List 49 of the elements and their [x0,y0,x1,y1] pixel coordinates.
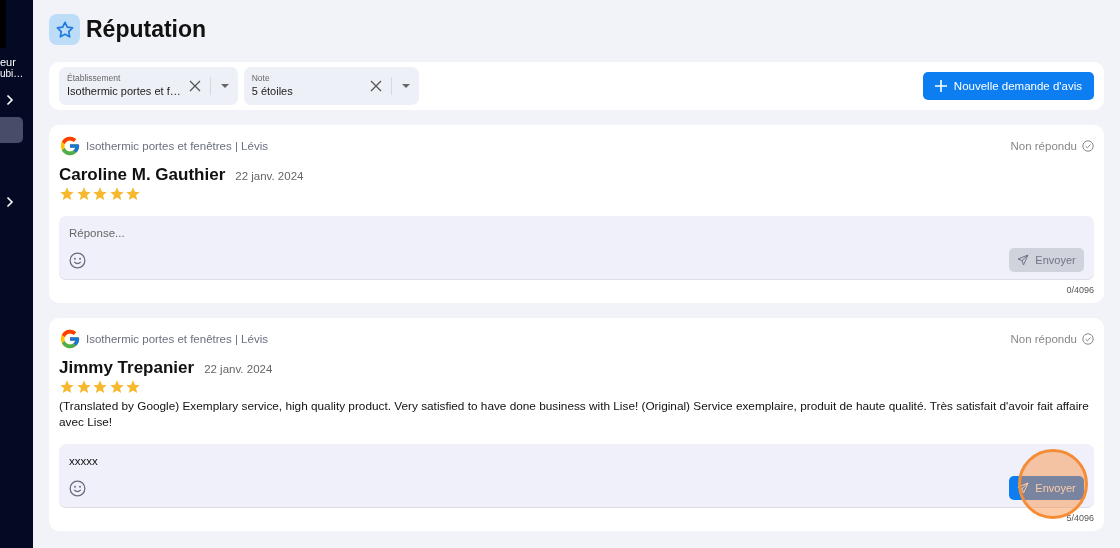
clear-icon[interactable] [369,80,382,92]
review-status: Non répondu [1010,333,1077,345]
emoji-icon[interactable] [69,251,86,269]
character-count: 0/4096 [1066,285,1094,295]
plus-icon [934,80,947,92]
emoji-icon[interactable] [69,479,86,497]
dropdown-icon[interactable] [400,83,411,89]
send-icon [1017,254,1030,266]
star-icon [59,186,75,202]
review-text: (Translated by Google) Exemplary service, high quality product. Very satisfied to have done business with Lise! (Original) Service exemplaire, produit de haute qualité. Très satisfait d'avoir fait affaire avec Lise! [59,398,1090,430]
star-icon [92,186,108,202]
review-source: Isothermic portes et fenêtres | Lévis [86,333,269,345]
star-icon [108,186,125,202]
star-icon [108,379,125,395]
star-icon [59,379,75,395]
google-logo-icon [59,135,81,157]
reviewer-name: Jimmy Trepanier [59,358,195,378]
sidebar-text: ubi… [0,68,25,79]
review-date: 22 janv. 2024 [235,170,304,182]
star-icon [49,14,80,45]
logo-block [0,0,6,48]
reply-input[interactable]: xxxxx [69,452,1084,470]
character-count: 5/4096 [1066,513,1094,523]
reply-input[interactable]: Réponse... [69,224,1084,242]
star-icon [75,186,92,202]
sidebar-text: eur [0,56,17,68]
reply-field[interactable]: xxxxx Envoyer [59,444,1094,508]
check-circle-icon [1082,140,1094,152]
check-circle-icon [1082,333,1094,345]
review-status: Non répondu [1010,140,1077,152]
new-review-request-button[interactable]: Nouvelle demande d'avis [922,72,1094,100]
page-title: Réputation [86,16,207,43]
filter-select[interactable]: Note 5 étoiles [243,67,419,105]
select-value: 5 étoiles [251,84,294,99]
google-logo-icon [59,328,81,350]
send-icon [1017,482,1030,494]
filter-select[interactable]: Établissement Isothermic portes et f… [59,67,238,105]
select-label: Note [251,73,270,83]
select-value: Isothermic portes et f… [67,84,182,99]
review-date: 22 janv. 2024 [204,363,273,375]
star-icon [92,379,108,395]
star-icon [75,379,92,395]
clear-icon[interactable] [188,80,201,92]
reviewer-name: Caroline M. Gauthier [59,165,226,185]
select-label: Établissement [67,73,121,83]
review-source: Isothermic portes et fenêtres | Lévis [86,140,269,152]
star-icon [125,379,141,395]
star-icon [125,186,141,202]
dropdown-icon[interactable] [219,83,230,89]
